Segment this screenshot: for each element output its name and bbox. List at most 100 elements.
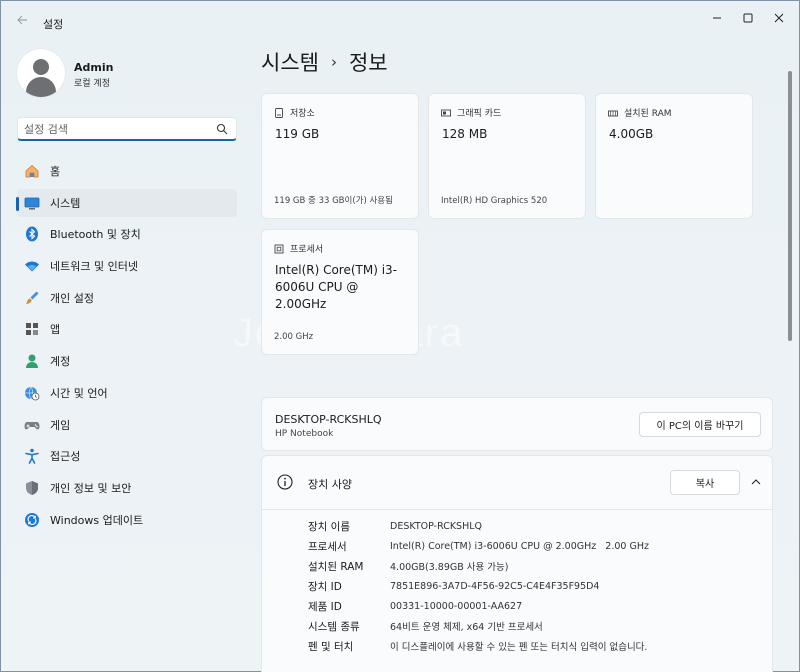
sidebar-item-label: 시스템 [50,196,81,210]
sidebar-item-label: 게임 [50,418,71,432]
sidebar-item-time-language[interactable]: 시간 및 언어 [17,379,237,407]
device-specs-title: 장치 사양 [308,478,352,491]
info-icon [277,474,293,490]
sidebar-item-label: 앱 [50,323,61,337]
spec-key: 제품 ID [308,600,342,613]
device-specs-panel: 장치 사양 복사 장치 이름 DESKTOP-RCKSHLQ 프로세서 Inte… [261,455,773,672]
spec-key: 시스템 종류 [308,620,360,633]
ram-value: 4.00GB [609,127,654,141]
device-name-bar: DESKTOP-RCKSHLQ HP Notebook 이 PC의 이름 바꾸기 [261,397,773,451]
sidebar-item-bluetooth[interactable]: Bluetooth 및 장치 [17,220,237,248]
chevron-up-icon [751,479,761,485]
sidebar-item-system[interactable]: 시스템 [16,188,237,217]
minimize-icon [713,17,721,19]
page-title: 정보 [348,51,388,75]
processor-value: Intel(R) Core(TM) i3-6006U CPU @ 2.00GHz [275,263,398,311]
storage-icon [275,107,283,118]
sidebar-item-label: 계정 [50,355,71,369]
sidebar-item-accessibility[interactable]: 접근성 [17,442,237,470]
spec-key: 프로세서 [308,540,347,553]
search-icon[interactable] [216,123,228,135]
graphics-card-icon [441,109,451,116]
spec-row: 프로세서 Intel(R) Core(TM) i3-6006U CPU @ 2.… [308,536,649,556]
spec-value: Intel(R) Core(TM) i3-6006U CPU @ 2.00GHz… [390,540,649,552]
user-profile[interactable]: Admin 로컬 계정 [17,49,237,99]
ram-title: 설치된 RAM [624,109,672,119]
processor-detail: 2.00 GHz [274,332,314,342]
storage-value: 119 GB [275,127,320,141]
spec-value: 4.00GB(3.89GB 사용 가능) [390,562,509,573]
processor-card: 프로세서 Intel(R) Core(TM) i3-6006U CPU @ 2.… [261,229,419,355]
processor-icon [274,244,284,253]
spec-value: 00331-10000-00001-AA627 [390,600,523,612]
device-name: DESKTOP-RCKSHLQ [275,413,382,426]
spec-row: 설치된 RAM 4.00GB(3.89GB 사용 가능) [308,556,649,576]
rename-pc-button[interactable]: 이 PC의 이름 바꾸기 [639,412,761,437]
title-bar: 설정 [1,1,799,37]
accessibility-icon [24,448,40,464]
avatar-body-icon [26,77,56,97]
spec-row: 펜 및 터치 이 디스플레이에 사용할 수 있는 펜 또는 터치식 입력이 없습… [308,636,649,656]
globe-clock-icon [24,385,40,401]
copy-button[interactable]: 복사 [670,470,740,495]
app-title: 설정 [43,18,64,31]
sidebar-item-label: 개인 정보 및 보안 [50,481,132,495]
device-model: HP Notebook [275,429,334,439]
sidebar-item-label: 접근성 [50,450,81,464]
ram-icon [608,110,618,116]
breadcrumb: 시스템 › 정보 [261,47,388,77]
spec-key: 펜 및 터치 [308,640,354,653]
spec-value: 이 디스플레이에 사용할 수 있는 펜 또는 터치식 입력이 없습니다. [390,642,648,653]
gamepad-icon [24,417,40,433]
sidebar-item-privacy[interactable]: 개인 정보 및 보안 [17,474,237,502]
spec-key: 장치 ID [308,580,342,593]
collapse-button[interactable] [748,474,764,490]
back-button[interactable] [11,9,33,31]
search-box[interactable] [17,117,237,141]
spec-row: 장치 ID 7851E896-3A7D-4F56-92C5-C4E4F35F95… [308,576,649,596]
spec-key: 설치된 RAM [308,560,364,573]
sidebar-item-gaming[interactable]: 게임 [17,411,237,439]
spec-row: 장치 이름 DESKTOP-RCKSHLQ [308,516,649,536]
storage-title: 저장소 [290,109,315,119]
home-icon [24,163,40,179]
maximize-icon [743,13,753,23]
graphics-detail: Intel(R) HD Graphics 520 [441,196,548,206]
shield-icon [24,480,40,496]
profile-name: Admin [74,61,114,74]
graphics-title: 그래픽 카드 [457,109,502,119]
ram-card: 설치된 RAM 4.00GB [595,93,753,219]
sidebar-item-accounts[interactable]: 계정 [17,347,237,375]
sidebar-item-label: 홈 [50,165,61,178]
spec-row: 제품 ID 00331-10000-00001-AA627 [308,596,649,616]
sidebar-item-personalization[interactable]: 개인 설정 [17,284,237,312]
graphics-card: 그래픽 카드 128 MB Intel(R) HD Graphics 520 [428,93,586,219]
close-button[interactable] [761,7,797,29]
device-specs-header[interactable]: 장치 사양 복사 [262,456,772,510]
brush-icon [24,290,40,306]
sidebar-item-windows-update[interactable]: Windows 업데이트 [17,506,237,534]
graphics-value: 128 MB [442,127,488,141]
sidebar-item-apps[interactable]: 앱 [17,315,237,343]
settings-window: 설정 Admin 로컬 계정 홈 시스템 [0,0,800,672]
sidebar-item-network[interactable]: 네트워크 및 인터넷 [17,252,237,280]
sidebar-item-label: 시간 및 언어 [50,386,108,400]
profile-account-type: 로컬 계정 [74,79,110,89]
scrollbar[interactable] [788,71,792,341]
sidebar-item-label: 네트워크 및 인터넷 [50,260,138,274]
search-input[interactable] [24,121,214,137]
system-icon [24,195,40,211]
processor-title: 프로세서 [290,245,324,255]
breadcrumb-separator: › [330,53,337,71]
spec-row: 시스템 종류 64비트 운영 체제, x64 기반 프로세서 [308,616,649,636]
close-icon [774,13,784,23]
update-icon [24,512,40,528]
storage-card: 저장소 119 GB 119 GB 중 33 GB이(가) 사용됨 [261,93,419,219]
breadcrumb-parent[interactable]: 시스템 [261,47,319,77]
sidebar-item-home[interactable]: 홈 [17,157,237,185]
bluetooth-icon [24,226,40,242]
avatar [17,49,65,97]
sidebar-item-label: Bluetooth 및 장치 [50,228,141,242]
spec-value: DESKTOP-RCKSHLQ [390,520,483,532]
sidebar-nav: 홈 시스템 Bluetooth 및 장치 네트워크 및 인터넷 개인 설정 앱 … [16,157,237,537]
